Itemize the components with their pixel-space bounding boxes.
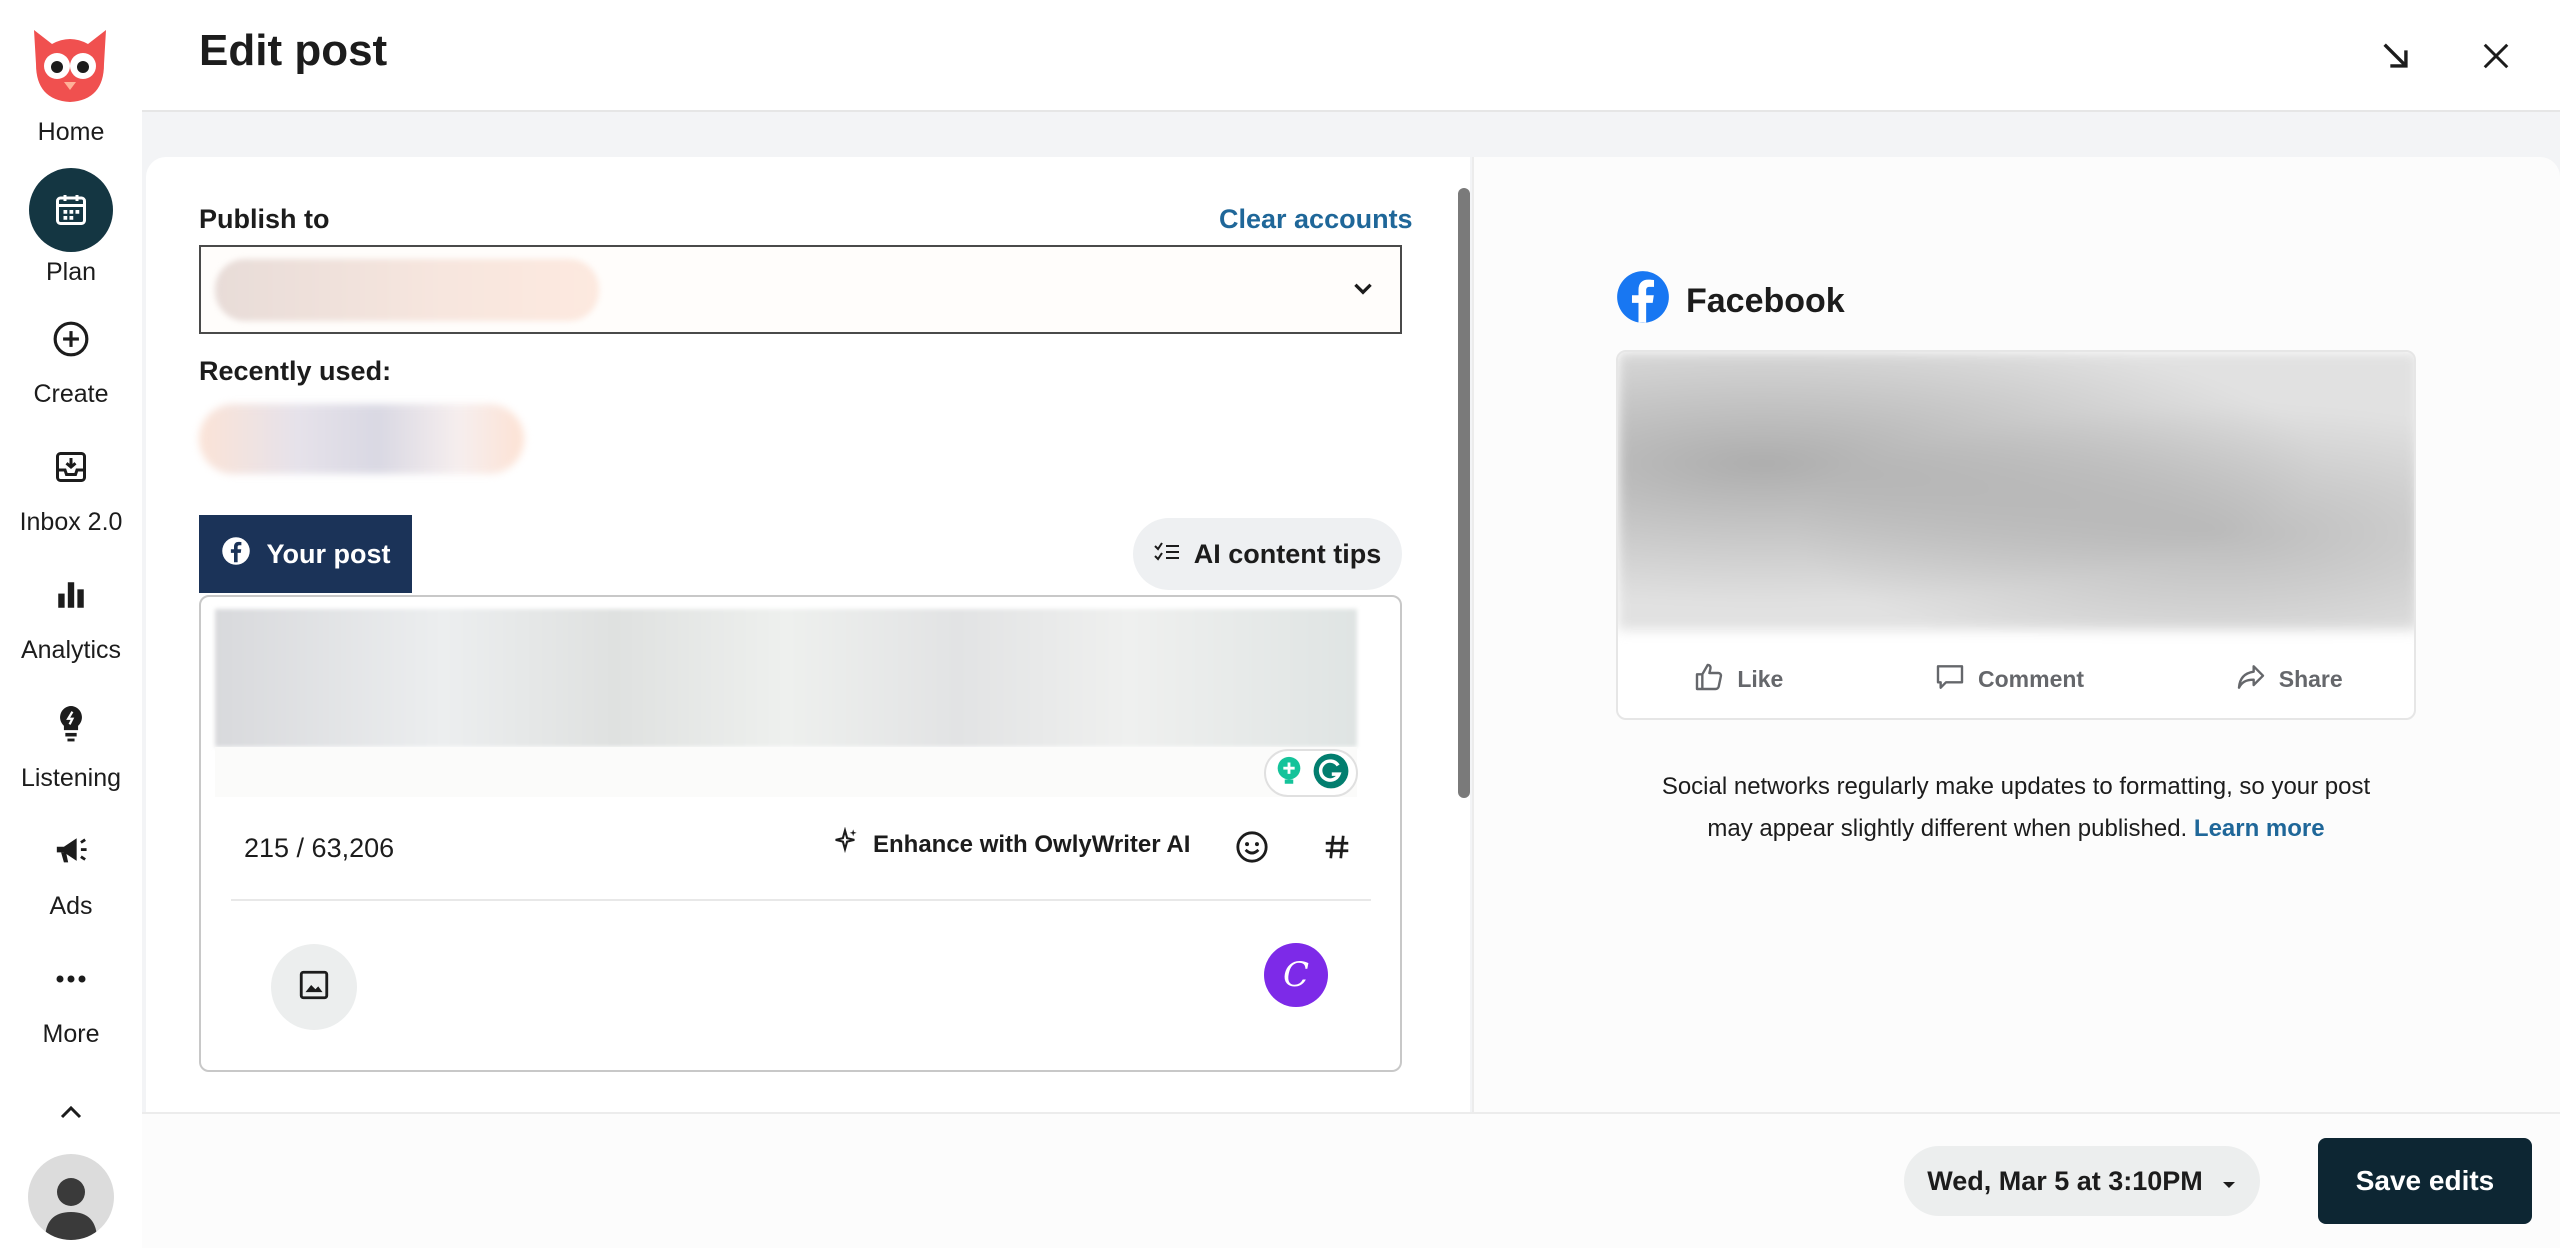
preview-comment: Comment [1934, 661, 2084, 699]
post-text-continuation[interactable] [215, 747, 1357, 797]
collapse-chevron-icon[interactable] [0, 1094, 142, 1130]
post-text-input[interactable] [215, 609, 1357, 747]
recent-account-chip[interactable] [199, 404, 524, 474]
save-edits-label: Save edits [2355, 1165, 2495, 1196]
ai-content-tips-button[interactable]: AI content tips [1133, 518, 1402, 590]
enhance-label: Enhance with OwlyWriter AI [873, 830, 1191, 858]
sidebar-item-label: More [42, 1020, 100, 1048]
close-icon[interactable] [2468, 28, 2524, 84]
minimize-icon[interactable] [2368, 28, 2424, 84]
lightbulb-plus-icon [1272, 754, 1306, 793]
hashtag-icon[interactable] [1315, 825, 1359, 869]
thumbs-up-icon [1693, 661, 1725, 699]
formatting-disclaimer: Social networks regularly make updates t… [1640, 766, 2392, 850]
sidebar-item-plan[interactable]: Plan [0, 168, 142, 287]
preview-share: Share [2235, 661, 2343, 699]
editor-divider [231, 899, 1371, 901]
learn-more-link[interactable]: Learn more [2194, 815, 2325, 842]
calendar-icon [29, 168, 113, 252]
sparkle-icon [831, 826, 859, 862]
save-edits-button[interactable]: Save edits [2318, 1138, 2532, 1224]
schedule-date-label: Wed, Mar 5 at 3:10PM [1927, 1165, 2203, 1196]
chevron-down-icon[interactable] [1350, 275, 1376, 306]
preview-image [1618, 352, 2414, 630]
publish-to-label: Publish to [199, 204, 330, 234]
enhance-owlywriter-button[interactable]: Enhance with OwlyWriter AI [831, 826, 1191, 862]
preview-like: Like [1693, 661, 1783, 699]
ai-content-tips-label: AI content tips [1193, 538, 1382, 569]
facebook-preview-card: Like Comment Share [1616, 350, 2416, 720]
canva-button[interactable]: C [1264, 943, 1328, 1007]
grammarly-widget[interactable] [1264, 749, 1358, 797]
sidebar-item-label: Create [33, 380, 109, 408]
image-icon [297, 968, 331, 1007]
grammarly-icon [1312, 752, 1350, 795]
sidebar: Home Plan Create Inbox 2.0 Analytics Lis… [0, 0, 142, 1248]
post-editor: 215 / 63,206 Enhance with OwlyWriter AI … [199, 595, 1402, 1072]
preview-network-title: Facebook [1616, 270, 1845, 333]
lightbulb-icon [29, 682, 113, 764]
sidebar-item-home[interactable]: Home [0, 118, 142, 147]
comment-label: Comment [1978, 666, 2085, 692]
sidebar-item-label: Ads [49, 892, 93, 920]
sidebar-item-label: Inbox 2.0 [19, 508, 123, 536]
owl-logo-icon[interactable] [28, 24, 112, 108]
character-counter: 215 / 63,206 [244, 833, 395, 863]
avatar[interactable] [28, 1154, 114, 1240]
add-media-button[interactable] [271, 944, 357, 1030]
sidebar-item-label: Home [37, 118, 105, 146]
sidebar-item-listening[interactable]: Listening [0, 682, 142, 793]
inbox-icon [29, 426, 113, 508]
checklist-icon [1154, 539, 1180, 570]
account-select[interactable] [199, 245, 1402, 334]
sidebar-item-label: Analytics [20, 636, 122, 664]
sidebar-item-inbox[interactable]: Inbox 2.0 [0, 426, 142, 537]
sidebar-item-ads[interactable]: Ads [0, 810, 142, 921]
page-title: Edit post [199, 26, 388, 75]
tab-your-post-label: Your post [266, 538, 391, 569]
emoji-icon[interactable] [1230, 825, 1274, 869]
caret-down-icon [2221, 1166, 2237, 1197]
like-label: Like [1737, 666, 1784, 692]
tab-your-post[interactable]: Your post [199, 515, 412, 593]
sidebar-item-label: Listening [20, 764, 122, 792]
share-label: Share [2278, 666, 2343, 692]
megaphone-icon [29, 810, 113, 892]
modal-header: Edit post [142, 0, 2560, 112]
facebook-logo-icon [1616, 270, 1670, 333]
more-dots-icon [29, 938, 113, 1020]
preview-actions: Like Comment Share [1618, 637, 2414, 718]
canva-icon: C [1282, 955, 1309, 995]
share-icon [2235, 661, 2267, 699]
clear-accounts-link[interactable]: Clear accounts [1219, 204, 1413, 235]
selected-account-chip[interactable] [215, 259, 599, 321]
plus-circle-icon [29, 298, 113, 380]
comment-icon [1934, 661, 1966, 699]
sidebar-item-label: Plan [45, 258, 97, 286]
preview-network-label: Facebook [1686, 282, 1845, 320]
sidebar-item-create[interactable]: Create [0, 298, 142, 409]
schedule-date-button[interactable]: Wed, Mar 5 at 3:10PM [1904, 1146, 2260, 1216]
recently-used-label: Recently used: [199, 356, 392, 386]
facebook-icon [221, 536, 251, 573]
sidebar-item-more[interactable]: More [0, 938, 142, 1049]
bar-chart-icon [29, 554, 113, 636]
scrollbar[interactable] [1458, 188, 1470, 798]
sidebar-item-analytics[interactable]: Analytics [0, 554, 142, 665]
